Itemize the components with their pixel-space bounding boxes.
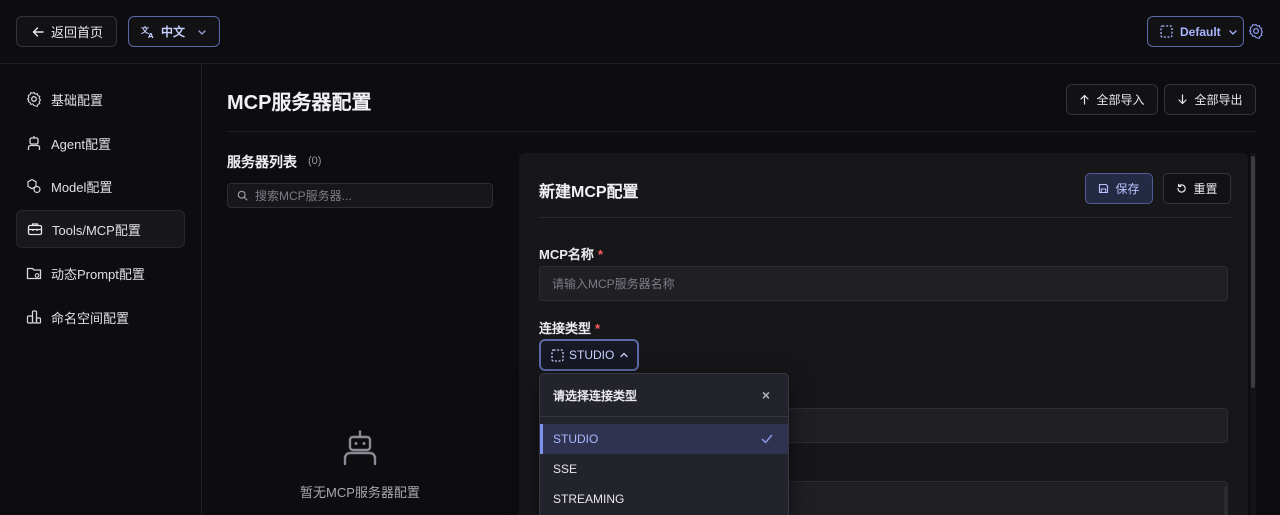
sidebar-item-label: 命名空间配置 bbox=[51, 310, 130, 326]
reset-label: 重置 bbox=[1193, 182, 1218, 196]
chevron-down-icon bbox=[198, 29, 206, 35]
mcp-name-label: MCP名称 * bbox=[539, 244, 603, 263]
server-search-input[interactable]: 搜索MCP服务器... bbox=[227, 183, 493, 208]
close-icon[interactable]: × bbox=[762, 388, 770, 402]
connection-type-label-text: 连接类型 bbox=[539, 321, 592, 336]
save-label: 保存 bbox=[1115, 182, 1140, 196]
namespace-icon bbox=[26, 310, 42, 324]
server-list-title: 服务器列表 bbox=[227, 154, 297, 170]
page-title: MCP服务器配置 bbox=[227, 92, 372, 114]
connection-type-select[interactable]: STUDIO bbox=[539, 339, 639, 371]
sidebar-item-tools-mcp[interactable]: Tools/MCP配置 bbox=[16, 210, 185, 248]
back-home-label: 返回首页 bbox=[51, 25, 104, 40]
agent-icon bbox=[27, 136, 41, 150]
sidebar-item-namespace[interactable]: 命名空间配置 bbox=[16, 298, 185, 336]
option-label: STUDIO bbox=[553, 432, 599, 446]
save-icon bbox=[1099, 183, 1109, 194]
sidebar-item-label: Model配置 bbox=[51, 179, 113, 195]
connection-type-dropdown: 请选择连接类型 × STUDIO SSE STREAMING bbox=[539, 373, 789, 515]
language-select[interactable]: 文A 中文 bbox=[128, 16, 220, 47]
chevron-up-icon bbox=[620, 352, 628, 358]
sidebar-item-prompt[interactable]: 动态Prompt配置 bbox=[16, 254, 185, 292]
arrow-up-icon bbox=[1080, 94, 1090, 105]
dropdown-title: 请选择连接类型 bbox=[553, 388, 638, 403]
sidebar-item-agent[interactable]: Agent配置 bbox=[16, 124, 185, 162]
connection-type-label: 连接类型 * bbox=[539, 318, 600, 337]
translate-icon: 文A bbox=[141, 25, 154, 39]
namespace-label: Default bbox=[1180, 24, 1221, 39]
robot-icon bbox=[343, 430, 377, 466]
mcp-name-placeholder: 请输入MCP服务器名称 bbox=[552, 277, 675, 291]
top-bar: 返回首页 文A 中文 Default bbox=[0, 0, 1280, 64]
header-divider bbox=[227, 131, 1256, 132]
option-sse[interactable]: SSE bbox=[540, 454, 788, 484]
back-home-button[interactable]: 返回首页 bbox=[16, 16, 117, 47]
mcp-name-label-text: MCP名称 bbox=[539, 247, 594, 262]
folder-prompt-icon bbox=[26, 267, 42, 280]
arrow-left-icon bbox=[32, 26, 44, 37]
option-label: SSE bbox=[553, 462, 578, 476]
sidebar-item-label: 动态Prompt配置 bbox=[51, 266, 145, 282]
search-icon bbox=[237, 190, 248, 201]
language-label: 中文 bbox=[161, 25, 186, 39]
model-icon bbox=[27, 178, 41, 194]
toolbox-icon bbox=[27, 223, 43, 236]
reset-button[interactable]: 重置 bbox=[1163, 173, 1231, 204]
import-all-button[interactable]: 全部导入 bbox=[1066, 84, 1158, 115]
check-icon bbox=[761, 434, 773, 444]
sidebar-item-label: Tools/MCP配置 bbox=[52, 222, 141, 238]
dropdown-header: 请选择连接类型 × bbox=[540, 374, 788, 417]
empty-state-text: 暂无MCP服务器配置 bbox=[300, 485, 420, 500]
chevron-down-icon bbox=[1229, 29, 1237, 35]
arrow-down-icon bbox=[1178, 94, 1188, 105]
import-all-label: 全部导入 bbox=[1096, 93, 1145, 107]
panel-divider bbox=[539, 217, 1231, 218]
panel-title: 新建MCP配置 bbox=[539, 184, 639, 201]
svg-text:A: A bbox=[148, 32, 154, 39]
namespace-select[interactable]: Default bbox=[1147, 16, 1244, 47]
dashed-square-icon bbox=[1160, 25, 1173, 38]
sidebar: 基础配置 Agent配置 Model配置 Tools/MCP配置 动态Promp… bbox=[0, 64, 202, 515]
sidebar-item-model[interactable]: Model配置 bbox=[16, 167, 185, 205]
server-count: (0) bbox=[308, 155, 322, 167]
dashed-square-icon bbox=[551, 348, 564, 362]
sidebar-item-basic[interactable]: 基础配置 bbox=[16, 80, 185, 118]
scrollbar-thumb[interactable] bbox=[1251, 156, 1255, 388]
gear-icon bbox=[26, 91, 42, 107]
option-studio[interactable]: STUDIO bbox=[540, 424, 788, 454]
save-button[interactable]: 保存 bbox=[1085, 173, 1153, 204]
export-all-button[interactable]: 全部导出 bbox=[1164, 84, 1256, 115]
hidden-field-input[interactable] bbox=[780, 408, 1228, 443]
required-mark: * bbox=[595, 321, 601, 336]
hidden-field-textarea[interactable] bbox=[780, 481, 1228, 515]
search-placeholder: 搜索MCP服务器... bbox=[255, 189, 352, 203]
export-all-label: 全部导出 bbox=[1194, 93, 1243, 107]
required-mark: * bbox=[597, 247, 603, 262]
sidebar-item-label: Agent配置 bbox=[51, 136, 111, 152]
option-label: STREAMING bbox=[553, 492, 625, 506]
option-streaming[interactable]: STREAMING bbox=[540, 484, 788, 514]
sidebar-item-label: 基础配置 bbox=[51, 92, 104, 108]
settings-gear-icon[interactable] bbox=[1248, 23, 1264, 39]
connection-type-value: STUDIO bbox=[569, 348, 615, 362]
reset-icon bbox=[1177, 183, 1187, 193]
mcp-name-input[interactable]: 请输入MCP服务器名称 bbox=[539, 266, 1228, 301]
